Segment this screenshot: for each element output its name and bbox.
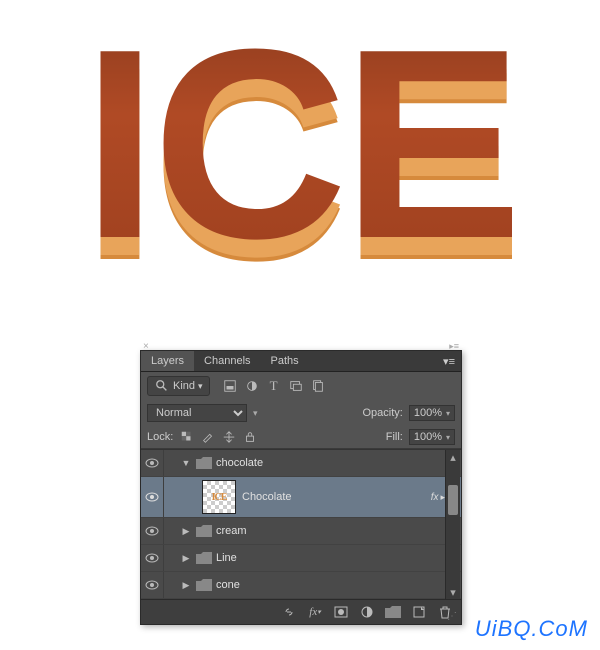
- folder-icon: [196, 552, 212, 565]
- blend-row: Normal ▾ Opacity: 100%: [141, 400, 461, 426]
- artwork-text: ICE ICE ICE: [0, 10, 600, 280]
- artwork-face: ICE: [82, 0, 517, 295]
- opacity-label: Opacity:: [362, 407, 402, 419]
- search-icon: [154, 378, 170, 394]
- visibility-toggle[interactable]: [141, 518, 164, 544]
- watermark: UiBQ.CoM: [475, 616, 588, 642]
- filter-pixel-icon[interactable]: [222, 378, 238, 394]
- folder-icon: [196, 457, 212, 470]
- filter-adjustment-icon[interactable]: [244, 378, 260, 394]
- layer-group-cream[interactable]: ▶ cream: [141, 518, 461, 545]
- panel-tabs: Layers Channels Paths ▾≡: [141, 351, 461, 372]
- visibility-toggle[interactable]: [141, 545, 164, 571]
- layer-mask-icon[interactable]: [333, 604, 349, 620]
- blend-mode-select[interactable]: Normal: [147, 404, 247, 422]
- filter-type-icon[interactable]: T: [266, 378, 282, 394]
- scroll-up-icon[interactable]: ▴: [448, 452, 458, 462]
- filter-shape-icon[interactable]: [288, 378, 304, 394]
- layer-style-icon[interactable]: fx▾: [307, 604, 323, 620]
- lock-transparency-icon[interactable]: [179, 429, 195, 445]
- filter-kind-select[interactable]: Kind ▾: [147, 376, 210, 396]
- scroll-thumb[interactable]: [448, 485, 458, 515]
- layer-name: Chocolate: [242, 491, 431, 503]
- layer-group-line[interactable]: ▶ Line: [141, 545, 461, 572]
- fill-input[interactable]: 100%: [409, 429, 455, 445]
- filter-kind-label: Kind: [173, 380, 195, 392]
- layers-list: ▼ chocolate ICE Chocolate fx ▸ ▶ cream ▶…: [141, 449, 461, 599]
- scroll-down-icon[interactable]: ▾: [448, 587, 458, 597]
- folder-icon: [196, 579, 212, 592]
- lock-pixels-icon[interactable]: [200, 429, 216, 445]
- visibility-toggle[interactable]: [141, 572, 164, 598]
- opacity-input[interactable]: 100%: [409, 405, 455, 421]
- tab-channels[interactable]: Channels: [194, 351, 260, 371]
- filter-smart-icon[interactable]: [310, 378, 326, 394]
- layer-name: chocolate: [216, 457, 445, 469]
- tab-paths[interactable]: Paths: [261, 351, 309, 371]
- folder-icon: [196, 525, 212, 538]
- panel-menu-icon[interactable]: ▸≡: [449, 341, 459, 352]
- close-panel-icon[interactable]: ×: [143, 341, 149, 352]
- layers-panel: × ▸≡ Layers Channels Paths ▾≡ Kind ▾ T N…: [140, 350, 462, 625]
- chevron-down-icon: ▾: [198, 381, 203, 392]
- layer-chocolate[interactable]: ICE Chocolate fx ▸: [141, 477, 461, 518]
- new-layer-icon[interactable]: [411, 604, 427, 620]
- adjustment-layer-icon[interactable]: [359, 604, 375, 620]
- disclosure-icon[interactable]: ▶: [180, 526, 192, 537]
- layer-group-cone[interactable]: ▶ cone: [141, 572, 461, 599]
- layer-name: cream: [216, 525, 445, 537]
- lock-all-icon[interactable]: [242, 429, 258, 445]
- layer-group-chocolate[interactable]: ▼ chocolate: [141, 450, 461, 477]
- lock-row: Lock: Fill: 100%: [141, 426, 461, 449]
- resize-grip-icon[interactable]: ⋰: [447, 611, 457, 622]
- disclosure-icon[interactable]: ▼: [180, 458, 192, 468]
- scrollbar[interactable]: ▴ ▾: [445, 450, 460, 599]
- tab-layers[interactable]: Layers: [141, 351, 194, 371]
- layer-name: Line: [216, 552, 445, 564]
- layer-thumbnail: ICE: [202, 480, 236, 514]
- panel-footer: fx▾ ⋰: [141, 599, 461, 624]
- lock-position-icon[interactable]: [221, 429, 237, 445]
- new-group-icon[interactable]: [385, 604, 401, 620]
- fill-label: Fill:: [386, 431, 403, 443]
- link-layers-icon[interactable]: [281, 604, 297, 620]
- disclosure-icon[interactable]: ▶: [180, 553, 192, 564]
- layer-name: cone: [216, 579, 445, 591]
- disclosure-icon[interactable]: ▶: [180, 580, 192, 591]
- lock-label: Lock:: [147, 431, 173, 443]
- fx-badge[interactable]: fx: [431, 492, 439, 503]
- visibility-toggle[interactable]: [141, 450, 164, 476]
- filter-row: Kind ▾ T: [141, 372, 461, 400]
- visibility-toggle[interactable]: [141, 477, 164, 517]
- panel-options-icon[interactable]: ▾≡: [437, 353, 461, 370]
